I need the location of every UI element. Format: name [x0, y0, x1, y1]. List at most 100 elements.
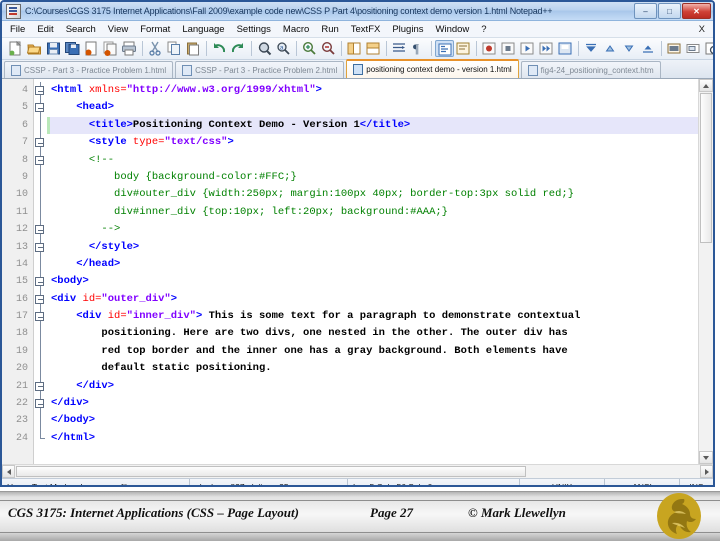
fold-marker[interactable]	[34, 308, 46, 325]
fold-marker[interactable]	[34, 134, 46, 151]
print-icon[interactable]	[120, 40, 139, 57]
cut-icon[interactable]	[146, 40, 165, 57]
close-all-files-icon[interactable]	[101, 40, 120, 57]
code-line[interactable]: <style type="text/css">	[47, 134, 698, 151]
sync-vertical-scroll-icon[interactable]	[345, 40, 364, 57]
fold-marker[interactable]	[34, 325, 46, 342]
zoom-in-icon[interactable]	[300, 40, 319, 57]
code-line[interactable]: red top border and the inner one has a g…	[47, 343, 698, 360]
code-line[interactable]: <body>	[47, 273, 698, 290]
code-line[interactable]: -->	[47, 221, 698, 238]
code-line[interactable]: div#outer_div {width:250px; margin:100px…	[47, 186, 698, 203]
redo-icon[interactable]	[229, 40, 248, 57]
fold-marker[interactable]	[34, 360, 46, 377]
user-defined-dialog-icon[interactable]	[454, 40, 473, 57]
code-line[interactable]: <head>	[47, 99, 698, 116]
expand-all-icon[interactable]	[639, 40, 658, 57]
code-line[interactable]: </head>	[47, 256, 698, 273]
replace-icon[interactable]: a	[274, 40, 293, 57]
fold-marker[interactable]	[34, 395, 46, 412]
zoom-out-icon[interactable]	[319, 40, 338, 57]
play-macro-icon[interactable]	[518, 40, 537, 57]
word-wrap-icon[interactable]	[390, 40, 409, 57]
code-line[interactable]: <div id="inner_div"> This is some text f…	[47, 308, 698, 325]
sync-horizontal-scroll-icon[interactable]	[364, 40, 383, 57]
code-line[interactable]: div#inner_div {top:10px; left:20px; back…	[47, 204, 698, 221]
menu-item-view[interactable]: View	[102, 24, 134, 35]
menu-item-run[interactable]: Run	[315, 24, 344, 35]
fold-marker[interactable]	[34, 99, 46, 116]
code-text-area[interactable]: <html xmlns="http://www.w3.org/1999/xhtm…	[47, 79, 698, 464]
expand-level-up-icon[interactable]	[601, 40, 620, 57]
vertical-scrollbar[interactable]	[698, 79, 713, 464]
fold-marker[interactable]	[34, 117, 46, 134]
code-line[interactable]: </body>	[47, 412, 698, 429]
menu-item-format[interactable]: Format	[134, 24, 176, 35]
fold-marker[interactable]	[34, 430, 46, 447]
code-line[interactable]: </style>	[47, 239, 698, 256]
menu-item-macro[interactable]: Macro	[277, 24, 315, 35]
print-preview-icon[interactable]	[703, 40, 715, 57]
code-line[interactable]: <div id="outer_div">	[47, 291, 698, 308]
code-line[interactable]: <!--	[47, 152, 698, 169]
code-line[interactable]: </div>	[47, 395, 698, 412]
fold-marker[interactable]	[34, 152, 46, 169]
fold-marker[interactable]	[34, 169, 46, 186]
show-all-chars-icon[interactable]: ¶	[409, 40, 428, 57]
stop-macro-icon[interactable]	[499, 40, 518, 57]
fold-marker[interactable]	[34, 343, 46, 360]
show-function-list-icon[interactable]	[684, 40, 703, 57]
close-button[interactable]: ✕	[682, 3, 711, 19]
code-line[interactable]: body {background-color:#FFC;}	[47, 169, 698, 186]
code-line[interactable]: <html xmlns="http://www.w3.org/1999/xhtm…	[47, 82, 698, 99]
collapse-all-icon[interactable]	[582, 40, 601, 57]
horizontal-scrollbar[interactable]	[2, 464, 713, 478]
fold-marker[interactable]	[34, 291, 46, 308]
fold-marker[interactable]	[34, 221, 46, 238]
save-all-icon[interactable]	[63, 40, 82, 57]
fold-marker[interactable]	[34, 273, 46, 290]
menu-item-textfx[interactable]: TextFX	[345, 24, 387, 35]
code-line[interactable]: <title>Positioning Context Demo - Versio…	[47, 117, 698, 134]
menu-item-edit[interactable]: Edit	[31, 24, 59, 35]
fold-marker[interactable]	[34, 82, 46, 99]
fold-marker[interactable]	[34, 256, 46, 273]
fold-marker[interactable]	[34, 186, 46, 203]
vertical-scroll-thumb[interactable]	[700, 93, 712, 243]
code-folding-margin[interactable]	[34, 79, 47, 464]
scroll-left-button[interactable]	[2, 465, 15, 478]
new-file-icon[interactable]	[6, 40, 25, 57]
tab-practice-problem-1[interactable]: CSSP - Part 3 - Practice Problem 1.html	[4, 61, 173, 78]
save-macro-icon[interactable]	[556, 40, 575, 57]
horizontal-scroll-thumb[interactable]	[16, 466, 526, 477]
play-macro-multiple-icon[interactable]	[537, 40, 556, 57]
paste-icon[interactable]	[184, 40, 203, 57]
code-line[interactable]: positioning. Here are two divs, one nest…	[47, 325, 698, 342]
menu-item-plugins[interactable]: Plugins	[386, 24, 429, 35]
undo-icon[interactable]	[210, 40, 229, 57]
tab-fig4-24-positioning-context[interactable]: fig4-24_positioning_context.htm	[521, 61, 661, 78]
menu-item-file[interactable]: File	[2, 24, 31, 35]
minimize-button[interactable]: –	[634, 3, 657, 19]
copy-icon[interactable]	[165, 40, 184, 57]
code-line[interactable]: default static positioning.	[47, 360, 698, 377]
menu-item-window[interactable]: Window	[430, 24, 476, 35]
code-line[interactable]: </div>	[47, 378, 698, 395]
tab-practice-problem-2[interactable]: CSSP - Part 3 - Practice Problem 2.html	[175, 61, 344, 78]
tab-positioning-context-demo[interactable]: positioning context demo - version 1.htm…	[346, 59, 518, 78]
maximize-button[interactable]: □	[658, 3, 681, 19]
scroll-down-button[interactable]	[699, 451, 713, 464]
open-file-icon[interactable]	[25, 40, 44, 57]
scroll-up-button[interactable]	[699, 79, 713, 92]
save-icon[interactable]	[44, 40, 63, 57]
scroll-right-button[interactable]	[700, 465, 713, 478]
indent-guide-icon[interactable]	[435, 40, 454, 57]
menu-item-settings[interactable]: Settings	[231, 24, 277, 35]
fold-marker[interactable]	[34, 204, 46, 221]
close-file-icon[interactable]	[82, 40, 101, 57]
collapse-level-down-icon[interactable]	[620, 40, 639, 57]
find-icon[interactable]	[255, 40, 274, 57]
fold-marker[interactable]	[34, 239, 46, 256]
record-macro-icon[interactable]	[480, 40, 499, 57]
menu-item-search[interactable]: Search	[60, 24, 102, 35]
